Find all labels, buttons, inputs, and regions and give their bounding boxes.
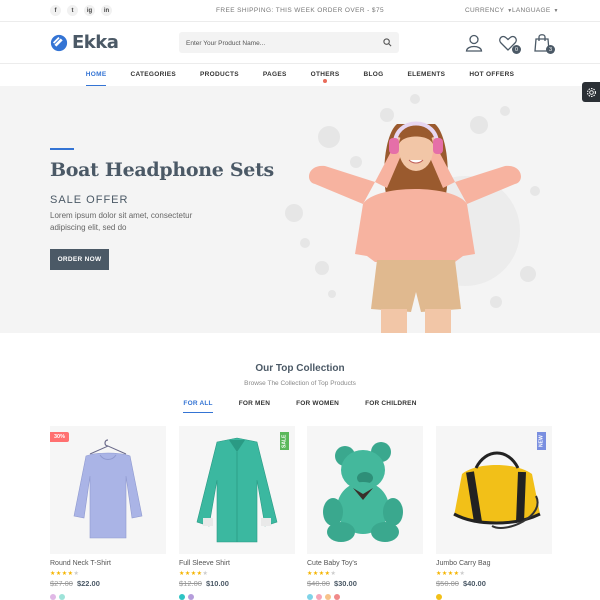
shirt-image (196, 437, 278, 543)
title-accent-line (50, 148, 74, 150)
color-swatches (50, 594, 166, 600)
nav-others[interactable]: OTHERS (299, 64, 352, 86)
search-input[interactable] (179, 33, 369, 54)
color-swatches (436, 594, 552, 600)
logo[interactable]: Ekka (50, 32, 119, 53)
product-image[interactable]: 30% (50, 426, 166, 554)
rating-stars: ★★★★★ (50, 571, 80, 577)
discount-badge: 30% (50, 432, 70, 442)
teddy-bear-image (323, 442, 403, 542)
gear-icon (586, 87, 596, 97)
header: Ekka 0 3 (0, 22, 600, 64)
product-card[interactable]: Cute Baby Toy's ★★★★★ $40.00 $30.00 (307, 426, 423, 600)
currency-dropdown[interactable]: CURRENCY ▼ (465, 7, 513, 14)
chevron-down-icon: ▼ (553, 8, 559, 14)
nav-blog[interactable]: BLOG (352, 64, 396, 86)
settings-button[interactable] (582, 82, 600, 102)
rating-stars: ★★★★★ (307, 571, 337, 577)
product-name[interactable]: Jumbo Carry Bag (436, 560, 552, 567)
nav-others-label: OTHERS (310, 71, 340, 78)
product-image[interactable]: NEW (436, 426, 552, 554)
product-card[interactable]: NEW Jumbo Carry Bag ★★★★★ $50.00 $40.00 (436, 426, 552, 600)
product-name[interactable]: Cute Baby Toy's (307, 560, 423, 567)
header-actions: 0 3 (464, 33, 555, 54)
hero-description: Lorem ipsum dolor sit amet, consectetur … (50, 211, 193, 232)
price-row: $50.00 $40.00 (436, 579, 552, 588)
nav-categories[interactable]: CATEGORIES (118, 64, 188, 86)
color-swatch[interactable] (436, 594, 442, 600)
product-card[interactable]: 30% Round Neck T-Shirt ★★★★★ $27.00 $22.0… (50, 426, 166, 600)
main-nav: HOME CATEGORIES PRODUCTS PAGES OTHERS BL… (0, 64, 600, 87)
decor-bubble (410, 94, 420, 104)
tab-for-children[interactable]: FOR CHILDREN (365, 400, 417, 407)
tab-for-all[interactable]: FOR ALL (183, 400, 214, 413)
price: $40.00 (462, 579, 486, 588)
rating-stars: ★★★★★ (436, 571, 466, 577)
search-icon[interactable] (383, 38, 392, 47)
old-price: $12.00 (179, 579, 202, 588)
color-swatches (179, 594, 295, 600)
order-now-button[interactable]: ORDER NOW (50, 249, 109, 270)
product-image[interactable]: SALE (179, 426, 295, 554)
hero-title: Boat Headphone Sets (50, 159, 274, 181)
user-icon (465, 34, 483, 52)
logo-text: Ekka (72, 32, 119, 53)
color-swatch[interactable] (188, 594, 194, 600)
tab-for-women[interactable]: FOR WOMEN (296, 400, 339, 407)
new-dot-indicator (323, 79, 328, 83)
color-swatch[interactable] (50, 594, 56, 600)
price: $22.00 (76, 579, 100, 588)
sale-badge: SALE (280, 432, 289, 450)
language-dropdown[interactable]: LANGUAGE ▼ (512, 7, 559, 14)
cart-button[interactable]: 3 (532, 33, 555, 54)
product-name[interactable]: Round Neck T-Shirt (50, 560, 166, 567)
old-price: $27.00 (50, 579, 73, 588)
color-swatch[interactable] (334, 594, 340, 600)
tab-for-men[interactable]: FOR MEN (239, 400, 270, 407)
collection-tabs: FOR ALL FOR MEN FOR WOMEN FOR CHILDREN (0, 400, 600, 413)
product-card[interactable]: SALE Full Sleeve Shirt ★★★★★ $12.00 $10.0… (179, 426, 295, 600)
color-swatch[interactable] (179, 594, 185, 600)
hero-offer: SALE OFFER (50, 194, 129, 206)
language-label: LANGUAGE (512, 7, 551, 14)
color-swatch[interactable] (316, 594, 322, 600)
collection-subtitle: Browse The Collection of Top Products (244, 380, 356, 387)
nav-hot-offers[interactable]: HOT OFFERS (457, 64, 526, 86)
color-swatch[interactable] (325, 594, 331, 600)
color-swatch[interactable] (307, 594, 313, 600)
nav-products[interactable]: PRODUCTS (188, 64, 251, 86)
wishlist-count-badge: 0 (512, 45, 521, 54)
model-image (309, 121, 521, 333)
old-price: $40.00 (307, 579, 330, 588)
price-row: $40.00 $30.00 (307, 579, 423, 588)
duffel-bag-image (453, 451, 541, 529)
new-badge: NEW (537, 432, 546, 450)
logo-icon (50, 34, 68, 51)
rating-stars: ★★★★★ (179, 571, 209, 577)
price: $30.00 (333, 579, 357, 588)
product-image[interactable] (307, 426, 423, 554)
sweater-image (73, 439, 143, 539)
decor-bubble (530, 186, 540, 196)
price-row: $12.00 $10.00 (179, 579, 295, 588)
account-button[interactable] (464, 33, 484, 53)
nav-home[interactable]: HOME (74, 64, 119, 87)
old-price: $50.00 (436, 579, 459, 588)
price-row: $27.00 $22.00 (50, 579, 166, 588)
cart-count-badge: 3 (546, 45, 555, 54)
search-bar (179, 32, 399, 54)
top-bar: f t ig in FREE SHIPPING: THIS WEEK ORDER… (0, 0, 600, 22)
color-swatches (307, 594, 423, 600)
nav-elements[interactable]: ELEMENTS (396, 64, 458, 86)
wishlist-button[interactable]: 0 (498, 33, 521, 54)
hero-banner: Boat Headphone Sets SALE OFFER Lorem ips… (0, 86, 600, 333)
color-swatch[interactable] (59, 594, 65, 600)
currency-label: CURRENCY (465, 7, 505, 14)
collection-title: Our Top Collection (255, 363, 345, 374)
price: $10.00 (205, 579, 229, 588)
product-name[interactable]: Full Sleeve Shirt (179, 560, 295, 567)
nav-pages[interactable]: PAGES (251, 64, 299, 86)
decor-bubble (285, 204, 303, 222)
